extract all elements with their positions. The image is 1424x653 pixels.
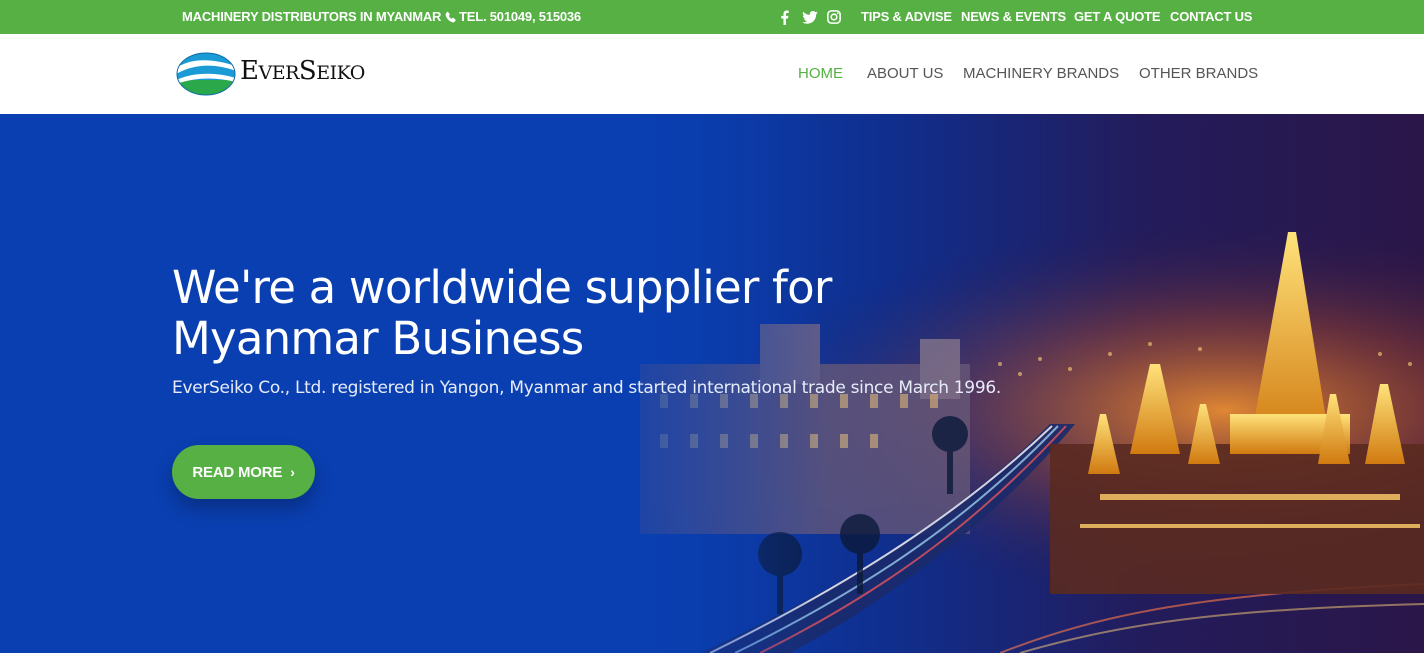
logo[interactable]: EVERSEIKO: [176, 50, 382, 98]
tagline: MACHINERY DISTRIBUTORS IN MYANMAR: [182, 9, 442, 24]
topnav-tips-advise[interactable]: TIPS & ADVISE: [861, 0, 952, 34]
instagram-link[interactable]: [827, 0, 841, 34]
chevron-right-icon: ›: [290, 464, 295, 480]
logo-text-ver: VER: [258, 62, 299, 84]
hero-title: We're a worldwide supplier for Myanmar B…: [172, 261, 832, 365]
topnav-get-a-quote[interactable]: GET A QUOTE: [1074, 0, 1161, 34]
logo-text-s: S: [298, 56, 317, 86]
logo-mark-icon: [176, 52, 236, 96]
topnav-news-events[interactable]: NEWS & EVENTS: [961, 0, 1066, 34]
nav-home[interactable]: HOME: [798, 34, 843, 114]
phone-icon: [445, 11, 456, 22]
logo-wordmark: EVERSEIKO: [240, 56, 365, 86]
facebook-link[interactable]: [780, 0, 789, 34]
logo-text-eiko: EIKO: [316, 62, 365, 84]
nav-machinery-brands[interactable]: MACHINERY BRANDS: [963, 34, 1119, 114]
nav-other-brands[interactable]: OTHER BRANDS: [1139, 34, 1258, 114]
twitter-icon: [802, 10, 818, 24]
hero-banner: We're a worldwide supplier for Myanmar B…: [0, 114, 1424, 653]
phone-number[interactable]: TEL. 501049, 515036: [444, 0, 581, 34]
top-bar: MACHINERY DISTRIBUTORS IN MYANMAR TEL. 5…: [0, 0, 1424, 34]
phone-label: TEL. 501049, 515036: [459, 9, 581, 24]
hero-subtitle: EverSeiko Co., Ltd. registered in Yangon…: [172, 378, 1001, 398]
instagram-icon: [827, 10, 841, 24]
twitter-link[interactable]: [802, 0, 818, 34]
read-more-button[interactable]: READ MORE ›: [172, 445, 315, 499]
facebook-icon: [781, 9, 789, 25]
topnav-contact-us[interactable]: CONTACT US: [1170, 0, 1252, 34]
nav-about-us[interactable]: ABOUT US: [867, 34, 943, 114]
logo-text-e: E: [240, 56, 259, 86]
site-header: EVERSEIKO HOME ABOUT US MACHINERY BRANDS…: [0, 34, 1424, 114]
read-more-label: READ MORE: [192, 463, 283, 481]
